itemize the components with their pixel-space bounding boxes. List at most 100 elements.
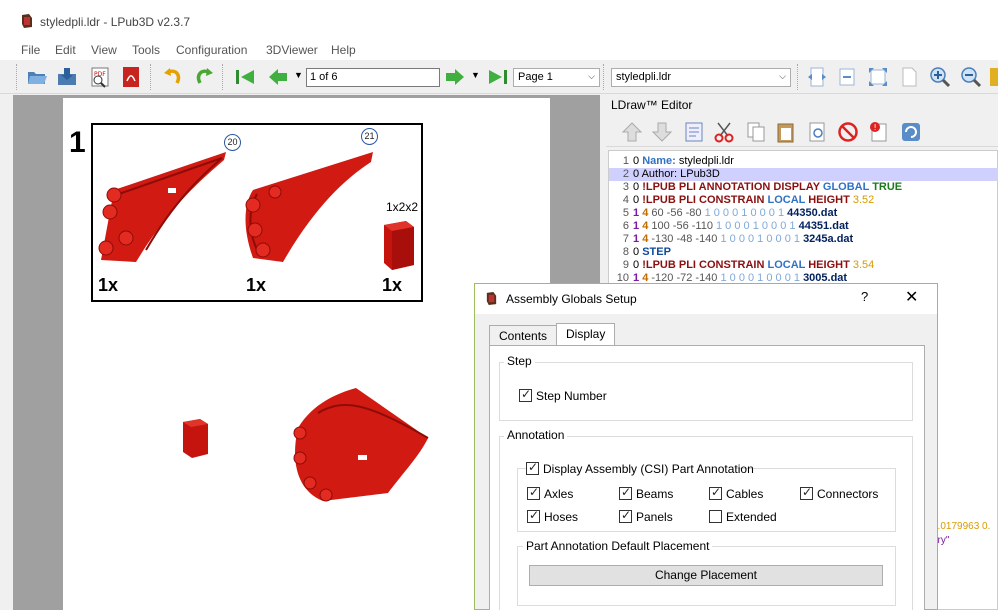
lpub3d-app-icon bbox=[22, 14, 32, 28]
code-token: HEIGHT bbox=[808, 259, 853, 271]
connectors-label: Connectors bbox=[817, 487, 879, 501]
editor-line[interactable]: 80 STEP bbox=[609, 246, 998, 259]
code-token: 0 bbox=[633, 168, 642, 180]
file-combo[interactable]: styledpli.ldr ⌵ bbox=[611, 68, 791, 87]
editor-line[interactable]: 51 4 60 -56 -80 1 0 0 0 1 0 0 0 1 44350.… bbox=[609, 207, 998, 220]
download-icon[interactable] bbox=[651, 121, 673, 143]
menu-tools[interactable]: Tools bbox=[132, 43, 160, 57]
code-token: PLI CONSTRAIN bbox=[678, 194, 768, 206]
step-number-label: Step Number bbox=[536, 389, 607, 403]
editor-line[interactable]: 40 !LPUB PLI CONSTRAIN LOCAL HEIGHT 3.52 bbox=[609, 194, 998, 207]
fit-width-icon[interactable] bbox=[806, 66, 828, 88]
code-token: 1 0 0 0 1 0 0 0 1 bbox=[720, 233, 804, 245]
code-token: 44351.dat bbox=[798, 220, 849, 232]
display-tab-pane: Step ✓ Step Number Annotation ✓ Display … bbox=[489, 345, 925, 610]
document-icon[interactable] bbox=[683, 121, 705, 143]
part-annotation-badge: 21 bbox=[361, 128, 378, 145]
editor-line[interactable]: 61 4 100 -56 -110 1 0 0 0 1 0 0 0 1 4435… bbox=[609, 220, 998, 233]
code-token: HEIGHT bbox=[808, 194, 853, 206]
fit-scene-icon[interactable] bbox=[867, 66, 889, 88]
part-brick-1x2x2[interactable] bbox=[378, 217, 418, 272]
editor-line[interactable]: 20 Author: LPub3D bbox=[609, 168, 998, 181]
editor-line[interactable]: 71 4 -130 -48 -140 1 0 0 0 1 0 0 0 1 324… bbox=[609, 233, 998, 246]
zoom-out-icon[interactable] bbox=[960, 66, 982, 88]
redo-icon[interactable] bbox=[193, 66, 215, 88]
code-token: TRUE bbox=[872, 181, 903, 193]
code-token: !LPUB bbox=[642, 194, 679, 206]
main-toolbar: PDF ▼ 1 of 6 ▼ Page 1 ⌵ styledpli.ldr ⌵ bbox=[0, 60, 998, 94]
editor-line[interactable]: 30 !LPUB PLI ANNOTATION DISPLAY GLOBAL T… bbox=[609, 181, 998, 194]
code-token: !LPUB bbox=[642, 259, 679, 271]
delete-icon[interactable] bbox=[837, 121, 859, 143]
line-number: 1 bbox=[622, 155, 629, 167]
paste-icon[interactable] bbox=[775, 121, 797, 143]
code-token: 0 bbox=[633, 246, 643, 258]
previous-page-icon[interactable] bbox=[267, 66, 289, 88]
menu-3dviewer[interactable]: 3DViewer bbox=[266, 43, 318, 57]
error-document-icon[interactable]: ! bbox=[868, 121, 890, 143]
code-token: 0 bbox=[633, 259, 643, 271]
editor-line[interactable]: 10 Name: styledpli.ldr bbox=[609, 155, 998, 168]
code-token: 4 bbox=[642, 207, 652, 219]
display-annotation-checkbox[interactable]: ✓ Display Assembly (CSI) Part Annotation bbox=[526, 460, 754, 476]
tab-contents[interactable]: Contents bbox=[489, 325, 558, 346]
code-token: 1 bbox=[633, 207, 643, 219]
assembly-panels[interactable] bbox=[288, 383, 433, 503]
previous-page-dropdown-icon[interactable]: ▼ bbox=[294, 70, 303, 80]
menu-bar: File Edit View Tools Configuration 3DVie… bbox=[0, 40, 998, 60]
code-token: Name: bbox=[642, 155, 679, 167]
help-button[interactable]: ? bbox=[861, 289, 868, 304]
undo-icon[interactable] bbox=[162, 66, 184, 88]
lpub3d-app-icon bbox=[486, 292, 497, 305]
checkbox-box: ✓ bbox=[519, 387, 532, 402]
code-token: 1 0 0 0 1 0 0 0 1 bbox=[704, 207, 788, 219]
actual-size-icon[interactable] bbox=[898, 66, 920, 88]
ruler-icon[interactable] bbox=[988, 66, 998, 88]
change-placement-button[interactable]: Change Placement bbox=[529, 565, 883, 586]
menu-edit[interactable]: Edit bbox=[55, 43, 76, 57]
first-page-icon[interactable] bbox=[234, 66, 256, 88]
step-number[interactable]: 1 bbox=[69, 126, 86, 160]
checkbox-box: ✓ bbox=[800, 485, 813, 500]
code-token: 0 bbox=[633, 194, 643, 206]
code-token: LOCAL bbox=[767, 259, 809, 271]
last-page-icon[interactable] bbox=[487, 66, 509, 88]
code-token: 4 bbox=[642, 220, 652, 232]
next-page-dropdown-icon[interactable]: ▼ bbox=[471, 70, 480, 80]
display-annotation-label: Display Assembly (CSI) Part Annotation bbox=[543, 462, 754, 476]
close-button[interactable]: ✕ bbox=[905, 287, 918, 307]
cut-icon[interactable] bbox=[713, 121, 735, 143]
menu-view[interactable]: View bbox=[91, 43, 117, 57]
assembly-brick[interactable] bbox=[180, 416, 212, 461]
upload-icon[interactable] bbox=[621, 121, 643, 143]
check-icon: ✓ bbox=[621, 508, 632, 522]
checkbox-box: ✓ bbox=[619, 508, 632, 523]
line-number: 8 bbox=[622, 246, 629, 258]
parts-list-box[interactable]: 20 1x 21 1x 1x2x2 1x bbox=[91, 123, 423, 302]
part-panel-curved-right[interactable] bbox=[243, 150, 383, 265]
next-page-icon[interactable] bbox=[444, 66, 466, 88]
copy-icon[interactable] bbox=[745, 121, 767, 143]
menu-configuration[interactable]: Configuration bbox=[176, 43, 247, 57]
beams-label: Beams bbox=[636, 487, 674, 501]
code-token: STEP bbox=[642, 246, 671, 258]
editor-line[interactable]: 90 !LPUB PLI CONSTRAIN LOCAL HEIGHT 3.54 bbox=[609, 259, 998, 272]
menu-file[interactable]: File bbox=[21, 43, 40, 57]
check-icon: ✓ bbox=[711, 485, 722, 499]
code-token: GLOBAL bbox=[822, 181, 873, 193]
find-icon[interactable] bbox=[807, 121, 829, 143]
tab-display[interactable]: Display bbox=[556, 323, 616, 346]
adobe-pdf-icon[interactable] bbox=[120, 66, 142, 88]
save-icon[interactable] bbox=[56, 66, 78, 88]
checkbox-box: ✓ bbox=[527, 508, 540, 523]
part-panel-curved-left[interactable] bbox=[96, 150, 236, 265]
menu-help[interactable]: Help bbox=[331, 43, 356, 57]
open-icon[interactable] bbox=[26, 66, 48, 88]
page-combo[interactable]: Page 1 ⌵ bbox=[513, 68, 600, 87]
refresh-icon[interactable] bbox=[900, 121, 922, 143]
zoom-in-icon[interactable] bbox=[929, 66, 951, 88]
export-pdf-image-icon[interactable]: PDF bbox=[89, 66, 111, 88]
chevron-down-icon: ⌵ bbox=[779, 71, 786, 81]
page-number-input[interactable]: 1 of 6 bbox=[306, 68, 440, 87]
fit-visible-icon[interactable] bbox=[836, 66, 858, 88]
